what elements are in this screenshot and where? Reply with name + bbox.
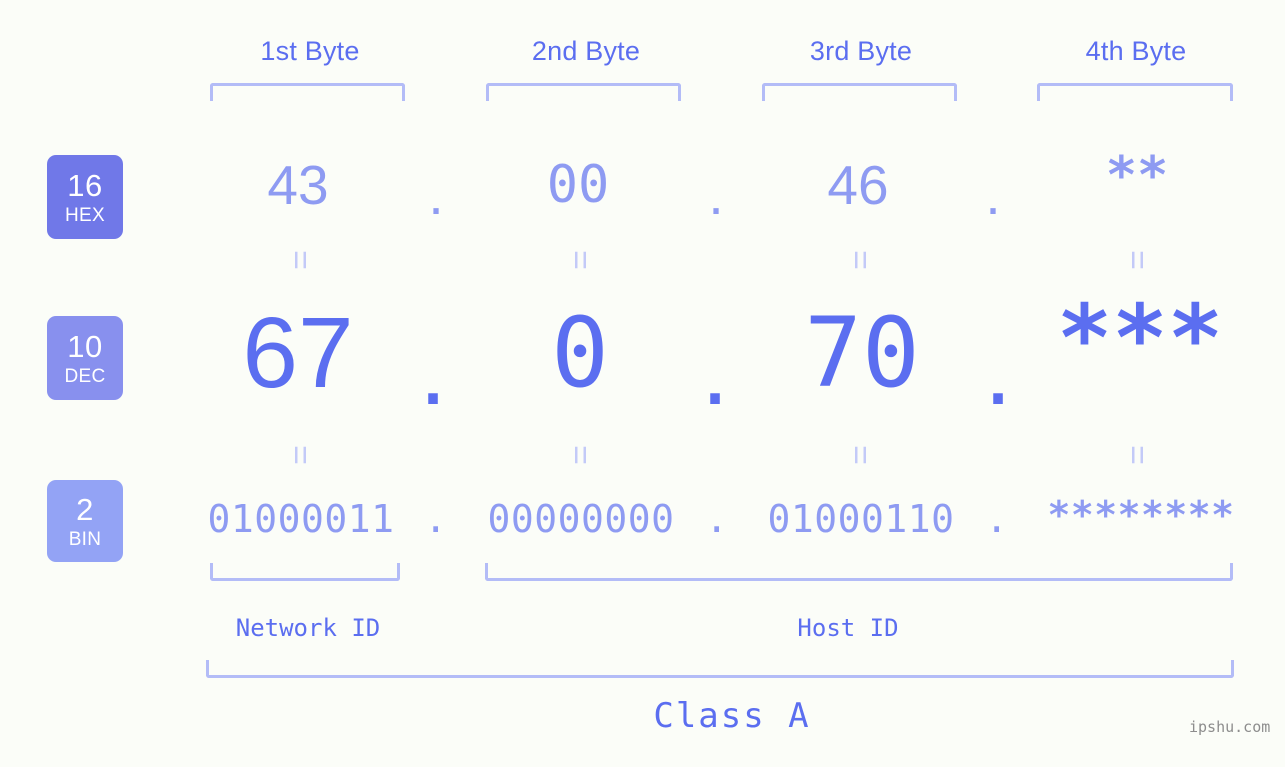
bin-separator-3: . <box>985 497 1009 541</box>
byte-header-label-1: 1st Byte <box>260 36 360 66</box>
class-label: Class A <box>653 696 811 736</box>
byte-bracket-top-1 <box>210 83 405 101</box>
bin-byte-2: 00000000 <box>487 497 675 541</box>
base-badge-bin: 2 BIN <box>47 480 123 562</box>
base-badge-bin-name: BIN <box>68 528 102 550</box>
base-badge-dec-number: 10 <box>67 328 103 364</box>
base-badge-bin-number: 2 <box>76 491 94 527</box>
byte-header-label-4: 4th Byte <box>1085 36 1187 66</box>
ip-address-breakdown-diagram: 1st Byte 2nd Byte 3rd Byte 4th Byte 16 H… <box>0 0 1285 767</box>
equals-sign-dec-bin-3: = <box>841 445 879 465</box>
class-bracket <box>206 660 1234 678</box>
hex-byte-1: 43 <box>267 154 329 216</box>
byte-bracket-top-3 <box>762 83 957 101</box>
equals-sign-hex-dec-2: = <box>561 250 599 270</box>
dec-separator-1: . <box>419 314 447 426</box>
dec-separator-2: . <box>701 314 729 426</box>
byte-bracket-top-4 <box>1037 83 1233 101</box>
base-badge-hex-number: 16 <box>67 167 103 203</box>
bin-byte-1: 01000011 <box>207 497 395 541</box>
byte-header-label-2: 2nd Byte <box>531 36 641 66</box>
bin-byte-4: ******** <box>1047 493 1235 537</box>
host-id-bracket <box>485 563 1233 581</box>
dec-byte-1: 67 <box>242 297 354 409</box>
host-id-label: Host ID <box>797 614 899 642</box>
bin-byte-3: 01000110 <box>767 497 955 541</box>
equals-sign-hex-dec-1: = <box>281 250 319 270</box>
bin-separator-1: . <box>424 497 448 541</box>
dec-byte-3: 70 <box>804 297 920 409</box>
equals-sign-dec-bin-1: = <box>281 445 319 465</box>
base-badge-hex: 16 HEX <box>47 155 123 239</box>
byte-bracket-top-2 <box>486 83 681 101</box>
byte-header-label-3: 3rd Byte <box>809 36 913 66</box>
network-id-label: Network ID <box>235 614 381 642</box>
hex-byte-3: 46 <box>827 154 889 216</box>
hex-separator-1: . <box>428 164 444 226</box>
dec-separator-3: . <box>984 314 1012 426</box>
hex-byte-4: ** <box>1105 146 1169 206</box>
equals-sign-dec-bin-2: = <box>561 445 599 465</box>
equals-sign-hex-dec-4: = <box>1118 250 1156 270</box>
hex-byte-2: 00 <box>546 155 610 215</box>
base-badge-dec: 10 DEC <box>47 316 123 400</box>
equals-sign-dec-bin-4: = <box>1118 445 1156 465</box>
dec-byte-4: *** <box>1056 285 1224 392</box>
bin-separator-2: . <box>705 497 729 541</box>
network-id-bracket <box>210 563 400 581</box>
hex-separator-3: . <box>985 164 1001 226</box>
watermark: ipshu.com <box>1189 718 1271 736</box>
dec-byte-2: 0 <box>551 297 609 409</box>
equals-sign-hex-dec-3: = <box>841 250 879 270</box>
base-badge-dec-name: DEC <box>64 365 106 387</box>
base-badge-hex-name: HEX <box>65 204 105 226</box>
hex-separator-2: . <box>708 164 724 226</box>
